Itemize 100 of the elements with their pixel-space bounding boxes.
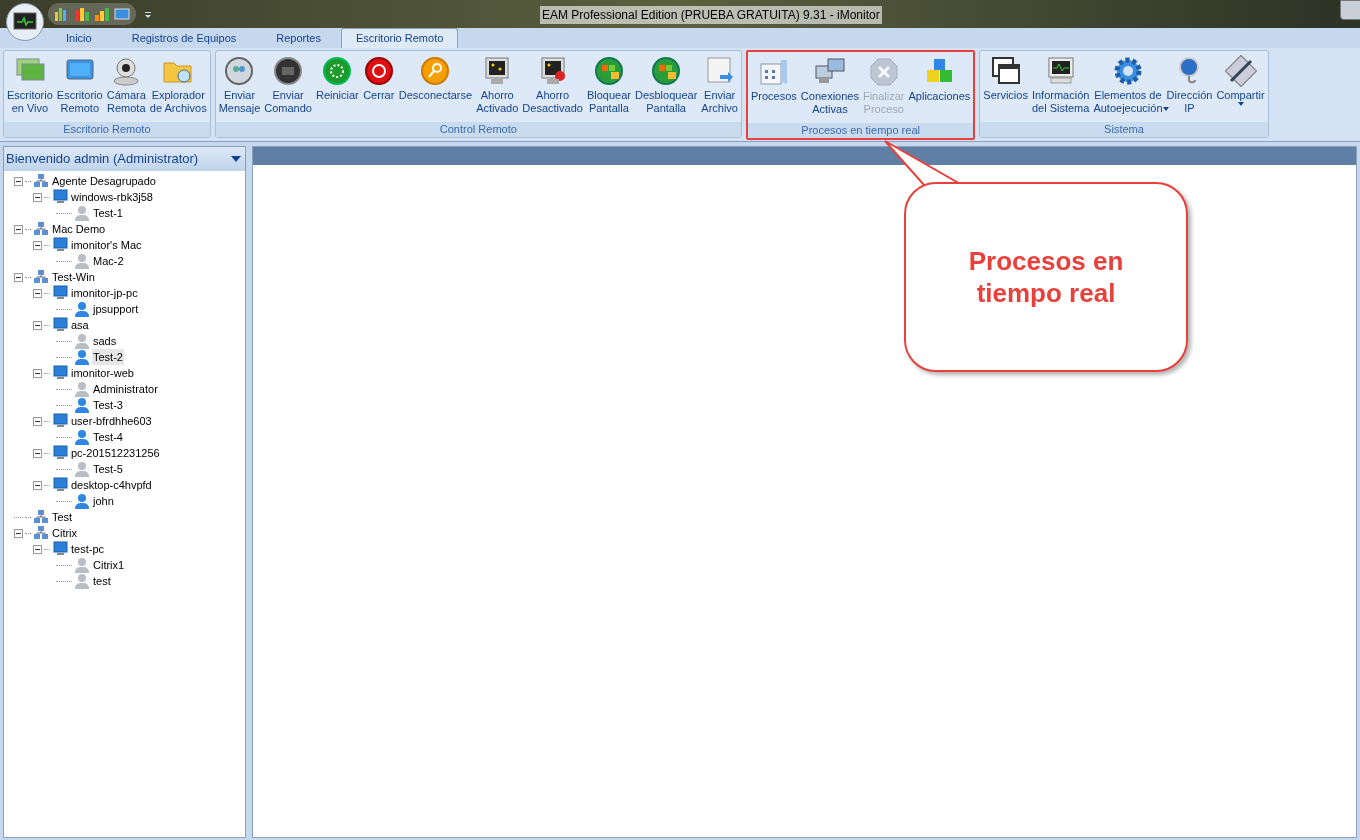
ribbon-icon <box>650 55 683 87</box>
tree-item[interactable]: Test-Win <box>51 268 96 286</box>
collapse-icon[interactable] <box>14 272 23 282</box>
ribbon-button[interactable]: Aplicaciones <box>906 56 973 103</box>
tree-item[interactable]: Citrix <box>51 524 79 542</box>
collapse-icon[interactable] <box>33 368 42 378</box>
network-icon <box>33 269 49 285</box>
sidebar-title: Bienvenido admin (Administrator) <box>6 150 199 169</box>
computer-icon <box>52 477 68 493</box>
network-icon <box>33 509 49 525</box>
computer-icon <box>52 317 68 333</box>
collapse-icon[interactable] <box>33 544 42 554</box>
collapse-icon[interactable] <box>33 448 42 458</box>
tree-item[interactable]: asa <box>70 316 90 334</box>
ribbon-button[interactable]: Enviar Archivo <box>699 55 740 115</box>
tree-item[interactable]: imonitor-web <box>70 364 135 382</box>
ribbon-button[interactable]: Bloquear Pantalla <box>584 55 633 115</box>
tree-item[interactable]: Mac-2 <box>92 252 125 270</box>
callout-text: Procesos en tiempo real <box>967 245 1125 309</box>
ribbon-button[interactable]: Procesos <box>749 56 799 103</box>
tree-item[interactable]: Test-3 <box>92 396 124 414</box>
ribbon-button[interactable]: Desconectarse <box>396 55 475 102</box>
dropdown-caret-icon[interactable] <box>231 156 241 162</box>
ribbon-button[interactable]: Cámara Remota <box>104 55 148 115</box>
collapse-icon[interactable] <box>33 240 42 250</box>
tree-item[interactable]: user-bfrdhhe603 <box>70 412 153 430</box>
collapse-icon[interactable] <box>14 224 23 234</box>
ribbon-button[interactable]: Desbloquear Pantalla <box>632 55 700 115</box>
tree-item[interactable]: Agente Desagrupado <box>51 172 157 190</box>
computer-icon <box>52 365 68 381</box>
tree-item[interactable]: Test <box>51 508 74 526</box>
ribbon-icon <box>419 55 452 87</box>
tree-item[interactable]: pc-201512231256 <box>70 444 161 462</box>
tree-item[interactable]: windows-rbk3j58 <box>70 188 154 206</box>
collapse-icon[interactable] <box>33 416 42 426</box>
app-menu-button[interactable] <box>6 3 44 41</box>
window-title: EAM Professional Edition (PRUEBA GRATUITA) 9.31 - iMonitor <box>540 6 882 24</box>
network-icon <box>33 221 49 237</box>
ribbon-icon <box>272 55 305 87</box>
tree-item[interactable]: imonitor-jp-pc <box>70 284 139 302</box>
ribbon-button[interactable]: Información del Sistema <box>1029 55 1092 115</box>
collapse-icon[interactable] <box>33 288 42 298</box>
tree-item[interactable]: test-pc <box>70 540 105 558</box>
group-title: Control Remoto <box>215 122 741 137</box>
tree-item[interactable]: sads <box>92 332 118 350</box>
network-icon <box>33 525 49 541</box>
tree-item[interactable]: Test-5 <box>92 460 124 478</box>
tree-item[interactable]: desktop-c4hvpfd <box>70 476 153 494</box>
tree-item[interactable]: jpsupport <box>92 300 140 318</box>
tree-item[interactable]: Test-4 <box>92 428 124 446</box>
dropdown-caret-icon[interactable] <box>144 10 152 18</box>
ribbon-tab[interactable]: Inicio <box>46 28 112 48</box>
collapse-icon[interactable] <box>14 528 23 538</box>
tree-item[interactable]: imonitor's Mac <box>70 236 143 254</box>
collapse-icon[interactable] <box>14 176 23 186</box>
ribbon-button[interactable]: Ahorro Desactivado <box>520 55 585 115</box>
network-icon <box>33 173 49 189</box>
ribbon-icon <box>223 55 256 87</box>
computer-icon <box>52 445 68 461</box>
tree-item[interactable]: test <box>92 572 112 590</box>
tree-item[interactable]: Administrator <box>92 380 159 398</box>
group-title: Sistema <box>980 122 1268 137</box>
ribbon-button[interactable]: Reiniciar <box>313 55 361 102</box>
collapse-icon[interactable] <box>33 320 42 330</box>
ribbon-icon <box>867 56 900 88</box>
bar-chart-icon[interactable] <box>74 6 90 22</box>
group-title: Escritorio Remoto <box>4 122 210 137</box>
ribbon-icon <box>321 55 354 87</box>
ribbon-button[interactable]: Explorador de Archivos <box>147 55 209 115</box>
ribbon-button[interactable]: Enviar Mensaje <box>216 55 263 115</box>
ribbon-tab[interactable]: Escritorio Remoto <box>340 28 459 48</box>
ribbon-button[interactable]: Compartir <box>1214 55 1267 106</box>
ribbon-button[interactable]: Servicios <box>981 55 1030 102</box>
ribbon-button[interactable]: Conexiones Activas <box>798 56 861 116</box>
tree-item[interactable]: Test-1 <box>92 204 124 222</box>
computer-icon <box>52 413 68 429</box>
ribbon-button[interactable]: Escritorio en Vivo <box>5 55 55 115</box>
ribbon-button[interactable]: Enviar Comando <box>262 55 314 115</box>
monitor-icon <box>13 12 37 32</box>
computer-icon <box>52 541 68 557</box>
monitor-icon[interactable] <box>114 6 130 22</box>
ribbon-button[interactable]: Cerrar <box>360 55 397 102</box>
ribbon-tab[interactable]: Registros de Equipos <box>111 28 257 48</box>
tree-item[interactable]: Test-2 <box>92 348 124 366</box>
tree-item[interactable]: john <box>92 492 115 510</box>
ribbon-button[interactable]: Dirección IP <box>1164 55 1215 115</box>
computer-icon <box>52 189 68 205</box>
ribbon-button[interactable]: Ahorro Activado <box>474 55 521 115</box>
collapse-icon[interactable] <box>33 192 42 202</box>
computer-icon <box>52 285 68 301</box>
collapse-icon[interactable] <box>33 480 42 490</box>
bar-chart-icon[interactable] <box>94 6 110 22</box>
tree-item[interactable]: Citrix1 <box>92 556 126 574</box>
computer-icon <box>52 237 68 253</box>
ribbon-tab[interactable]: Reportes <box>256 28 341 48</box>
ribbon-icon <box>989 55 1022 87</box>
tree-item[interactable]: Mac Demo <box>51 220 107 238</box>
ribbon-button[interactable]: Escritorio Remoto <box>54 55 105 115</box>
ribbon-icon <box>362 55 395 87</box>
ribbon-button[interactable]: Elementos de Autoejecución <box>1091 55 1165 115</box>
